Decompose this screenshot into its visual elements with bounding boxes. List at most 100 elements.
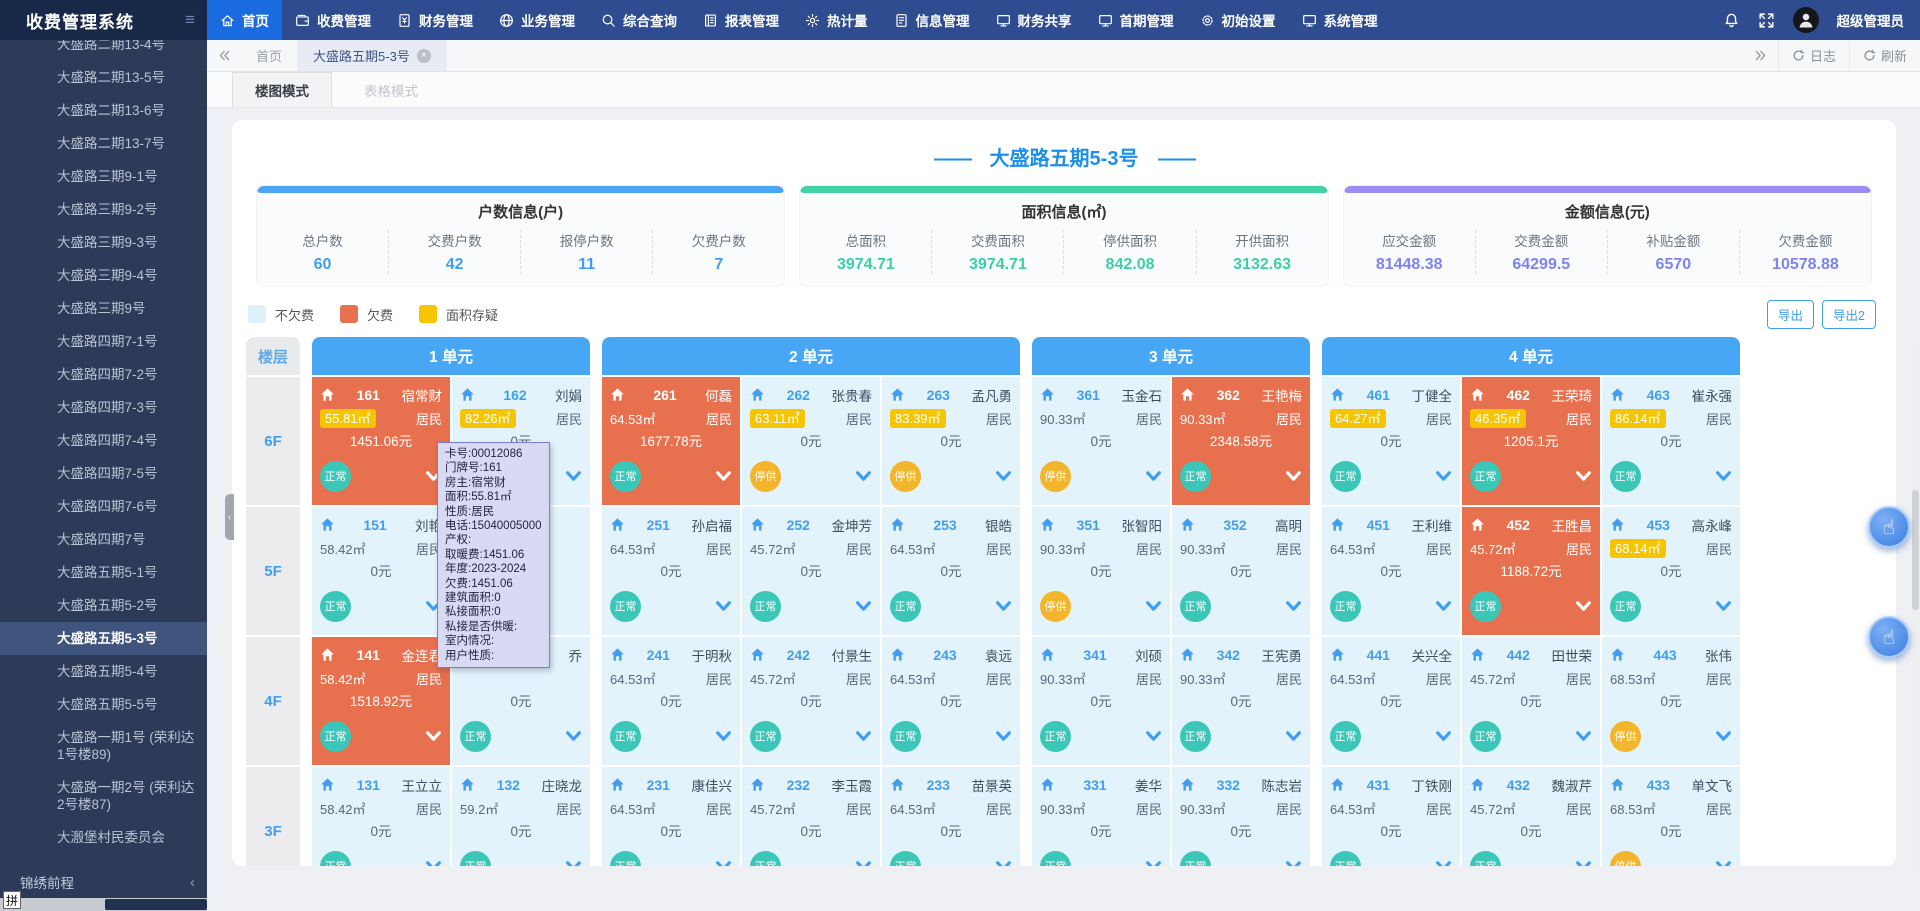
unit-cell-451[interactable]: 451王利维64.53㎡居民0元正常	[1322, 507, 1460, 635]
vertical-scrollbar-thumb[interactable]	[1912, 490, 1919, 610]
unit-cell-253[interactable]: 253银皓64.53㎡居民0元正常	[882, 507, 1020, 635]
sidebar-item[interactable]: 大盛路三期9-1号	[0, 160, 207, 193]
chevron-down-icon[interactable]	[1575, 730, 1592, 743]
sidebar-item[interactable]: 大盛路五期5-4号	[0, 655, 207, 688]
unit-cell-261[interactable]: 261何磊64.53㎡居民1677.78元正常	[602, 377, 740, 505]
sidebar-hscrollbar-thumb[interactable]	[105, 899, 207, 910]
chevron-down-icon[interactable]	[565, 860, 582, 867]
unit-cell-263[interactable]: 263孟凡勇83.39㎡居民0元停供	[882, 377, 1020, 505]
chevron-down-icon[interactable]	[1435, 470, 1452, 483]
nav-item-财务共享[interactable]: 财务共享	[983, 0, 1085, 40]
sidebar-item[interactable]: 大盛路四期7-6号	[0, 490, 207, 523]
nav-item-首页[interactable]: 首页	[207, 0, 282, 40]
chevron-down-icon[interactable]	[1435, 730, 1452, 743]
nav-item-财务管理[interactable]: 财务管理	[384, 0, 486, 40]
unit-cell-242[interactable]: 242付景生45.72㎡居民0元正常	[742, 637, 880, 765]
unit-cell-233[interactable]: 233苗景英64.53㎡居民0元正常	[882, 767, 1020, 866]
unit-cell-151[interactable]: 151刘艳58.42㎡居民0元正常	[312, 507, 450, 635]
chevron-down-icon[interactable]	[995, 600, 1012, 613]
unit-cell-132[interactable]: 132庄晓龙59.2㎡居民0元正常	[452, 767, 590, 866]
username[interactable]: 超级管理员	[1837, 10, 1905, 30]
sidebar-footer[interactable]: 锦绣前程 ‹	[0, 869, 207, 895]
unit-cell-251[interactable]: 251孙启福64.53㎡居民0元正常	[602, 507, 740, 635]
chevron-down-icon[interactable]	[1285, 730, 1302, 743]
sidebar-item[interactable]: 大盛路一期2号 (荣利达2号楼87)	[0, 771, 207, 821]
unit-cell-141[interactable]: 141金连君58.42㎡居民1518.92元正常	[312, 637, 450, 765]
sidebar-item[interactable]: 大盛路三期9-4号	[0, 259, 207, 292]
chevron-down-icon[interactable]	[1285, 470, 1302, 483]
unit-cell-362[interactable]: 362王艳梅90.33㎡居民2348.58元正常	[1172, 377, 1310, 505]
unit-cell-243[interactable]: 243袁远64.53㎡居民0元正常	[882, 637, 1020, 765]
tab-首页[interactable]: 首页	[241, 40, 298, 71]
sidebar-item[interactable]: 大盛路一期1号 (荣利达1号楼89)	[0, 721, 207, 771]
chevron-down-icon[interactable]	[1715, 860, 1732, 867]
unit-cell-442[interactable]: 442田世荣45.72㎡居民0元正常	[1462, 637, 1600, 765]
nav-item-热计量[interactable]: 热计量	[792, 0, 881, 40]
chevron-down-icon[interactable]	[425, 730, 442, 743]
chevron-down-icon[interactable]	[855, 600, 872, 613]
refresh-button[interactable]: 刷新	[1849, 40, 1920, 71]
sidebar-item[interactable]: 大盛路三期9号	[0, 292, 207, 325]
chevron-down-icon[interactable]	[1575, 470, 1592, 483]
chevron-down-icon[interactable]	[1435, 860, 1452, 867]
sidebar-item[interactable]: 大盛路四期7-1号	[0, 325, 207, 358]
menu-toggle-icon[interactable]: ≡	[185, 10, 195, 30]
chevron-down-icon[interactable]	[855, 860, 872, 867]
nav-item-初始设置[interactable]: 初始设置	[1187, 0, 1289, 40]
sidebar-item[interactable]: 大盛路五期5-2号	[0, 589, 207, 622]
chevron-down-icon[interactable]	[1715, 470, 1732, 483]
sidebar-item[interactable]: 大盛路五期5-1号	[0, 556, 207, 589]
unit-cell-252[interactable]: 252金坤芳45.72㎡居民0元正常	[742, 507, 880, 635]
unit-cell-331[interactable]: 331姜华90.33㎡居民0元正常	[1032, 767, 1170, 866]
unit-cell-431[interactable]: 431丁铁刚64.53㎡居民0元正常	[1322, 767, 1460, 866]
avatar[interactable]	[1793, 7, 1819, 33]
panel-collapse-handle[interactable]: ‹	[225, 494, 234, 540]
mode-tab-表格模式[interactable]: 表格模式	[364, 72, 418, 107]
unit-cell-361[interactable]: 361玉金石90.33㎡居民0元停供	[1032, 377, 1170, 505]
unit-cell-231[interactable]: 231康佳兴64.53㎡居民0元正常	[602, 767, 740, 866]
unit-cell-433[interactable]: 433单文飞68.53㎡居民0元停供	[1602, 767, 1740, 866]
unit-cell-443[interactable]: 443张伟68.53㎡居民0元停供	[1602, 637, 1740, 765]
sidebar-item[interactable]: 大盛路二期13-6号	[0, 94, 207, 127]
unit-cell-452[interactable]: 452王胜昌45.72㎡居民1188.72元正常	[1462, 507, 1600, 635]
sidebar-item[interactable]: 大盛路二期13-7号	[0, 127, 207, 160]
chevron-down-icon[interactable]	[1145, 600, 1162, 613]
nav-item-信息管理[interactable]: 信息管理	[881, 0, 983, 40]
chevron-down-icon[interactable]	[995, 470, 1012, 483]
tabs-scroll-left-icon[interactable]	[207, 40, 241, 71]
mode-tab-楼图模式[interactable]: 楼图模式	[232, 72, 332, 107]
chevron-down-icon[interactable]	[565, 470, 582, 483]
unit-cell-232[interactable]: 232李玉霞45.72㎡居民0元正常	[742, 767, 880, 866]
unit-cell-241[interactable]: 241于明秋64.53㎡居民0元正常	[602, 637, 740, 765]
chevron-down-icon[interactable]	[1145, 730, 1162, 743]
chevron-down-icon[interactable]	[855, 470, 872, 483]
unit-cell-262[interactable]: 262张贵春63.11㎡居民0元停供	[742, 377, 880, 505]
sidebar-item[interactable]: 大盛路五期5-5号	[0, 688, 207, 721]
chevron-down-icon[interactable]	[1285, 600, 1302, 613]
unit-cell-441[interactable]: 441关兴全64.53㎡居民0元正常	[1322, 637, 1460, 765]
sidebar-item[interactable]: 大盛路三期9-2号	[0, 193, 207, 226]
chevron-down-icon[interactable]	[995, 730, 1012, 743]
unit-cell-131[interactable]: 131王立立58.42㎡居民0元正常	[312, 767, 450, 866]
chevron-down-icon[interactable]	[1575, 600, 1592, 613]
nav-item-报表管理[interactable]: 报表管理	[690, 0, 792, 40]
tabs-scroll-right-icon[interactable]	[1744, 40, 1778, 71]
hand-tool-button[interactable]: ☝	[1868, 506, 1910, 548]
chevron-down-icon[interactable]	[715, 470, 732, 483]
sidebar-item[interactable]: 大盛路三期9-3号	[0, 226, 207, 259]
sidebar-item[interactable]: 大盛路四期7-5号	[0, 457, 207, 490]
chevron-down-icon[interactable]	[995, 860, 1012, 867]
unit-cell-351[interactable]: 351张智阳90.33㎡居民0元停供	[1032, 507, 1170, 635]
chevron-down-icon[interactable]	[1575, 860, 1592, 867]
unit-cell-453[interactable]: 453高永峰68.14㎡居民0元正常	[1602, 507, 1740, 635]
sidebar-item[interactable]: 大盛路四期7-4号	[0, 424, 207, 457]
sidebar-item[interactable]: 大盛路二期13-4号	[0, 40, 207, 61]
log-button[interactable]: 日志	[1778, 40, 1849, 71]
chevron-down-icon[interactable]	[1715, 600, 1732, 613]
chevron-down-icon[interactable]	[1715, 730, 1732, 743]
sidebar-item[interactable]: 大溵堡村民委员会	[0, 821, 207, 854]
bell-icon[interactable]	[1723, 12, 1740, 29]
unit-cell-161[interactable]: 161宿常财55.81㎡居民1451.06元正常	[312, 377, 450, 505]
export-button-导出[interactable]: 导出	[1767, 300, 1814, 329]
chevron-down-icon[interactable]	[855, 730, 872, 743]
